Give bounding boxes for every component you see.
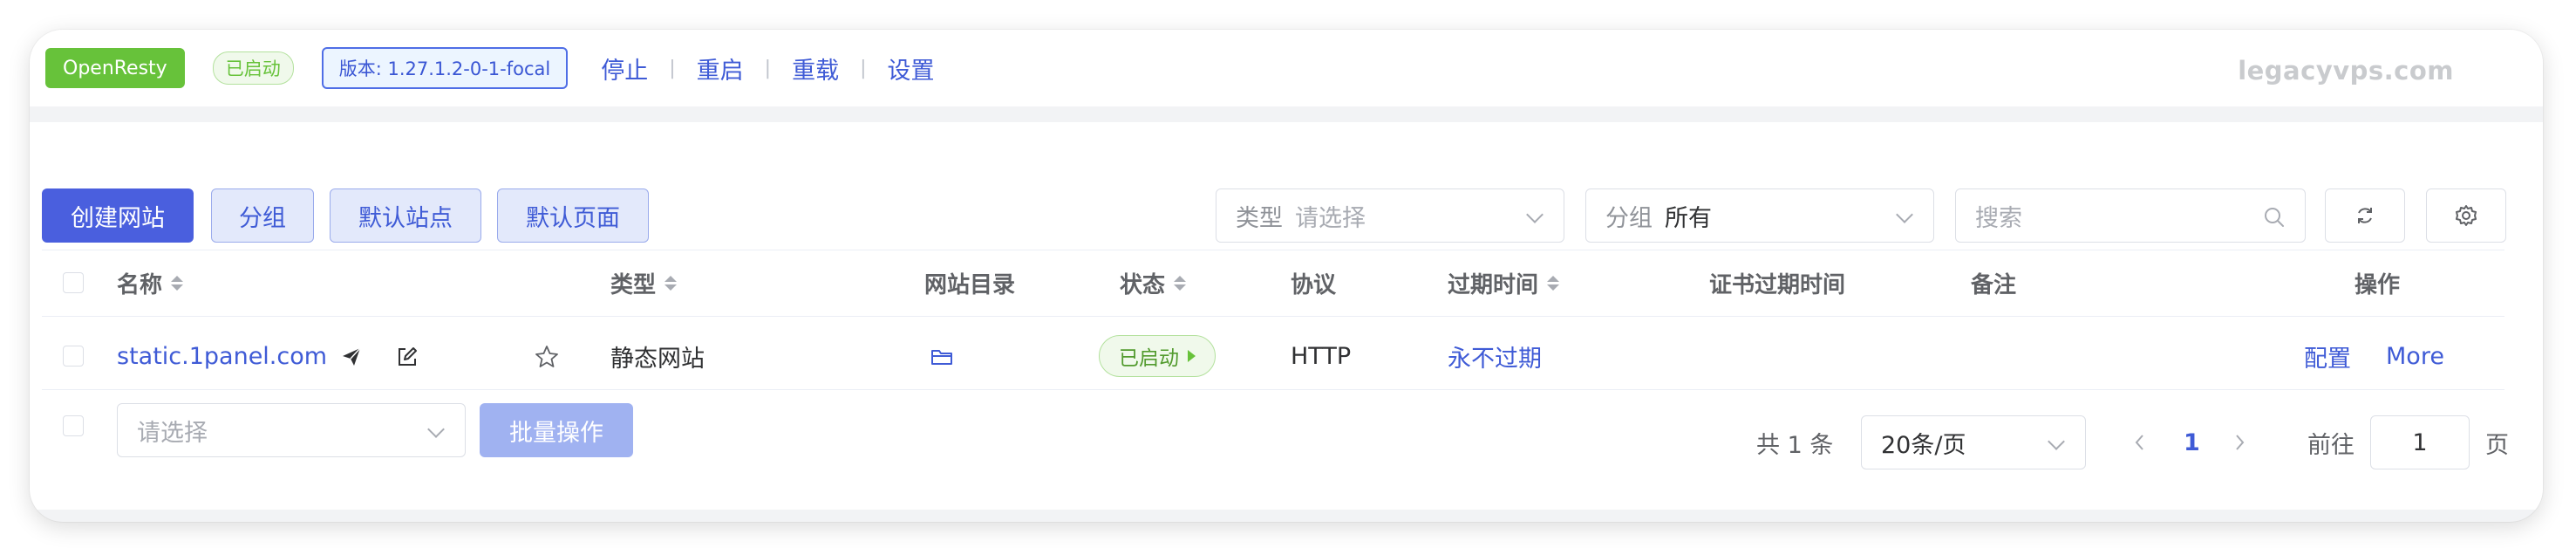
type-filter-placeholder: 请选择	[1295, 204, 1366, 232]
select-all-checkbox[interactable]	[63, 272, 84, 293]
batch-checkbox[interactable]	[63, 415, 84, 436]
column-label: 协议	[1291, 271, 1337, 298]
star-icon[interactable]	[534, 344, 560, 370]
column-header-protocol: 协议	[1291, 265, 1336, 300]
watermark: legacyvps.com	[2238, 56, 2454, 86]
group-filter-value: 所有	[1665, 204, 1712, 232]
site-protocol: HTTP	[1291, 342, 1352, 370]
reload-button[interactable]: 重载	[792, 51, 839, 86]
sort-icon	[1174, 275, 1187, 291]
header-bar: OpenResty 已启动 版本: 1.27.1.2-0-1-focal 停止 …	[30, 30, 2543, 106]
column-label: 过期时间	[1448, 271, 1539, 298]
column-header-type[interactable]: 类型	[610, 265, 678, 300]
batch-action-select[interactable]: 请选择	[117, 403, 466, 457]
site-status-toggle[interactable]: 已启动	[1099, 335, 1216, 377]
play-icon	[1188, 350, 1196, 362]
more-link[interactable]: More	[2386, 343, 2444, 370]
app-window: OpenResty 已启动 版本: 1.27.1.2-0-1-focal 停止 …	[30, 30, 2543, 522]
column-label: 类型	[610, 271, 657, 298]
chevron-right-icon[interactable]	[2231, 433, 2248, 452]
divider: |	[764, 57, 772, 79]
column-header-expire[interactable]: 过期时间	[1448, 265, 1560, 300]
site-type: 静态网站	[610, 345, 705, 373]
table-settings-button[interactable]	[2426, 188, 2506, 243]
goto-page-value: 1	[2412, 428, 2428, 456]
edit-icon[interactable]	[396, 346, 419, 368]
page-size-value: 20条/页	[1881, 431, 1966, 459]
divider: |	[860, 57, 867, 79]
column-header-actions: 操作	[2355, 265, 2400, 300]
restart-button[interactable]: 重启	[697, 51, 744, 86]
refresh-button[interactable]	[2325, 188, 2405, 243]
sort-icon	[1547, 275, 1560, 291]
search-input[interactable]: 搜索	[1955, 188, 2306, 243]
column-label: 备注	[1971, 271, 2017, 298]
refresh-icon	[2358, 208, 2372, 223]
column-label: 证书过期时间	[1709, 271, 1846, 298]
status-badge: 已启动	[212, 51, 294, 85]
send-icon[interactable]	[340, 346, 363, 368]
group-button[interactable]: 分组	[211, 188, 314, 243]
default-site-button[interactable]: 默认站点	[330, 188, 481, 243]
type-filter-select[interactable]: 类型 请选择	[1216, 188, 1564, 243]
stop-button[interactable]: 停止	[601, 51, 648, 86]
divider	[42, 389, 2504, 390]
site-expire-link[interactable]: 永不过期	[1448, 339, 1542, 373]
divider	[42, 316, 2504, 317]
chevron-down-icon	[1896, 206, 1913, 223]
batch-operation-button[interactable]: 批量操作	[480, 403, 633, 457]
search-placeholder: 搜索	[1975, 204, 2022, 232]
column-header-directory: 网站目录	[924, 265, 1015, 300]
divider: |	[669, 57, 676, 79]
chevron-down-icon	[1526, 206, 1544, 223]
gear-icon	[2456, 205, 2477, 226]
column-label: 操作	[2355, 271, 2401, 298]
app-name-badge: OpenResty	[45, 48, 185, 88]
goto-page-input[interactable]: 1	[2370, 415, 2470, 469]
column-label: 名称	[117, 271, 163, 298]
column-header-cert-expire: 证书过期时间	[1709, 265, 1845, 300]
sort-icon	[664, 275, 678, 291]
configure-link[interactable]: 配置	[2304, 339, 2351, 373]
page-size-select[interactable]: 20条/页	[1861, 415, 2086, 469]
default-page-button[interactable]: 默认页面	[497, 188, 649, 243]
total-count: 共 1 条	[1756, 431, 1834, 459]
column-header-status[interactable]: 状态	[1120, 265, 1187, 300]
column-label: 网站目录	[924, 271, 1016, 298]
column-header-name[interactable]: 名称	[117, 265, 184, 300]
group-filter-label: 分组	[1605, 204, 1653, 232]
row-checkbox[interactable]	[63, 346, 84, 367]
site-name-link[interactable]: static.1panel.com	[117, 343, 327, 370]
column-label: 状态	[1120, 271, 1166, 298]
chevron-down-icon	[427, 421, 445, 438]
column-header-remark: 备注	[1971, 265, 2016, 300]
settings-link[interactable]: 设置	[888, 51, 935, 86]
site-status-text: 已启动	[1119, 347, 1179, 370]
chevron-down-icon	[2048, 433, 2065, 450]
type-filter-label: 类型	[1236, 204, 1283, 232]
batch-action-placeholder: 请选择	[137, 419, 208, 447]
websites-panel: 创建网站 分组 默认站点 默认页面 类型 请选择 分组 所有 搜索 名称 类型 …	[30, 122, 2543, 510]
page-unit-label: 页	[2485, 431, 2509, 459]
folder-icon[interactable]	[930, 346, 954, 368]
search-icon	[2265, 208, 2284, 227]
chevron-left-icon[interactable]	[2131, 433, 2149, 452]
page-number-current[interactable]: 1	[2184, 415, 2200, 469]
version-badge: 版本: 1.27.1.2-0-1-focal	[321, 47, 569, 89]
create-site-button[interactable]: 创建网站	[42, 188, 194, 243]
goto-label: 前往	[2307, 431, 2355, 459]
sort-icon	[171, 275, 184, 291]
group-filter-select[interactable]: 分组 所有	[1585, 188, 1934, 243]
